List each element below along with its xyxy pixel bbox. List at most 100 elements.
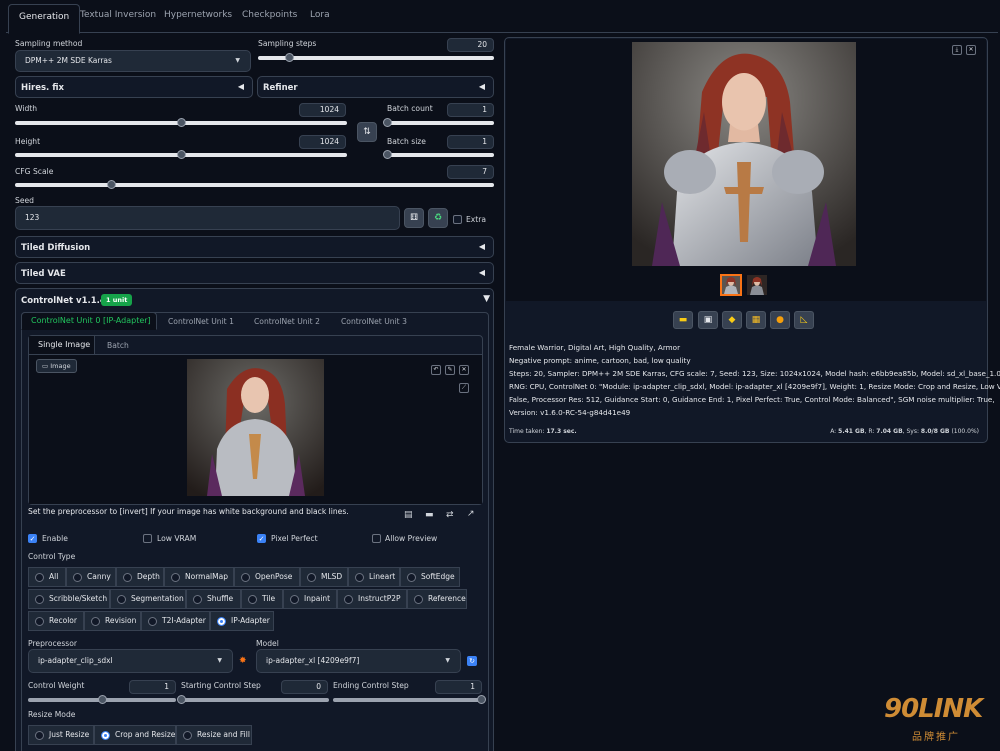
control-weight-input[interactable]: 1 [129,680,176,694]
edit-icon[interactable]: ✎ [445,365,455,375]
control-type-canny[interactable]: Canny [66,567,116,587]
generated-image[interactable] [632,42,856,266]
slider-knob[interactable] [477,695,486,704]
webcam-icon[interactable]: ▬ [425,510,434,520]
control-type-ip-adapter[interactable]: IP-Adapter [210,611,274,631]
radio-dot-selected [217,617,226,626]
tab-controlnet-unit-2[interactable]: ControlNet Unit 2 [254,317,320,326]
allow-preview-checkbox[interactable] [372,534,381,543]
tab-controlnet-unit-3[interactable]: ControlNet Unit 3 [341,317,407,326]
model-dropdown[interactable]: ip-adapter_xl [4209e9f7] ▼ [256,649,461,673]
control-type-all[interactable]: All [28,567,66,587]
zip-button[interactable]: ◆ [722,311,742,329]
slider-knob[interactable] [383,150,392,159]
control-type-lineart[interactable]: Lineart [348,567,400,587]
batch-size-input[interactable]: 1 [447,135,494,149]
starting-step-slider[interactable] [177,695,329,704]
tab-checkpoints[interactable]: Checkpoints [242,10,297,20]
random-seed-button[interactable]: ⚅ [404,208,424,228]
cfg-scale-input[interactable]: 7 [447,165,494,179]
slider-knob[interactable] [98,695,107,704]
cfg-scale-slider[interactable] [15,180,494,189]
ending-step-slider[interactable] [333,695,486,704]
tab-batch[interactable]: Batch [107,341,129,350]
control-type-scribble[interactable]: Scribble/Sketch [28,589,110,609]
swap-dimensions-button[interactable]: ⇅ [357,122,377,142]
slider-knob[interactable] [177,695,186,704]
tiled-vae-accordion[interactable]: Tiled VAE ◀ [15,262,494,284]
download-icon[interactable]: ⤓ [952,45,962,55]
height-input[interactable]: 1024 [299,135,346,149]
control-type-shuffle[interactable]: Shuffle [186,589,241,609]
sampling-steps-input[interactable]: 20 [447,38,494,52]
pixel-perfect-checkbox[interactable]: ✓ [257,534,266,543]
close-icon[interactable]: ✕ [459,365,469,375]
thumbnail-2[interactable] [747,275,767,295]
tiled-diffusion-accordion[interactable]: Tiled Diffusion ◀ [15,236,494,258]
enable-checkbox[interactable]: ✓ [28,534,37,543]
control-type-openpose[interactable]: OpenPose [234,567,300,587]
send-to-extras-button[interactable]: ◺ [794,311,814,329]
control-type-segmentation[interactable]: Segmentation [110,589,186,609]
sampling-steps-slider[interactable] [258,53,494,62]
send-to-inpaint-button[interactable]: ● [770,311,790,329]
preprocessor-dropdown[interactable]: ip-adapter_clip_sdxl ▼ [28,649,233,673]
sampling-method-dropdown[interactable]: DPM++ 2M SDE Karras ▼ [15,50,251,72]
control-type-depth[interactable]: Depth [116,567,164,587]
width-slider[interactable] [15,118,347,127]
resize-and-fill[interactable]: Resize and Fill [176,725,252,745]
slider-knob[interactable] [284,53,294,62]
tab-single-image[interactable]: Single Image [29,336,95,354]
tab-controlnet-unit-1[interactable]: ControlNet Unit 1 [168,317,234,326]
control-type-inpaint[interactable]: Inpaint [283,589,337,609]
tab-hypernetworks[interactable]: Hypernetworks [164,10,232,20]
undo-icon[interactable]: ↶ [431,365,441,375]
tab-controlnet-unit-0[interactable]: ControlNet Unit 0 [IP-Adapter] [21,312,157,330]
batch-count-input[interactable]: 1 [447,103,494,117]
close-icon[interactable]: ✕ [966,45,976,55]
resize-just-resize[interactable]: Just Resize [28,725,94,745]
control-weight-slider[interactable] [28,695,176,704]
tab-lora[interactable]: Lora [310,10,330,20]
hires-fix-accordion[interactable]: Hires. fix ◀ [15,76,253,98]
height-slider[interactable] [15,150,347,159]
reuse-seed-button[interactable]: ♻ [428,208,448,228]
control-type-instructp2p[interactable]: InstructP2P [337,589,407,609]
brush-icon[interactable]: ⟋ [459,383,469,393]
slider-knob[interactable] [177,118,186,127]
thumbnail-1[interactable] [720,274,742,296]
save-button[interactable]: ▣ [698,311,718,329]
tab-generation[interactable]: Generation [8,4,81,34]
slider-knob[interactable] [383,118,392,127]
starting-step-input[interactable]: 0 [281,680,328,694]
width-input[interactable]: 1024 [299,103,346,117]
starting-step-label: Starting Control Step [181,681,261,690]
control-type-tile[interactable]: Tile [241,589,283,609]
slider-knob[interactable] [106,180,116,189]
control-type-normalmap[interactable]: NormalMap [164,567,234,587]
control-type-reference[interactable]: Reference [407,589,467,609]
refiner-accordion[interactable]: Refiner ◀ [257,76,494,98]
control-type-softedge[interactable]: SoftEdge [400,567,460,587]
extra-checkbox[interactable] [453,215,462,224]
refresh-models-icon[interactable]: ↻ [467,656,477,666]
run-preprocessor-icon[interactable]: ✸ [239,656,247,666]
low-vram-checkbox[interactable] [143,534,152,543]
expand-arrow-icon[interactable]: ▼ [483,294,490,304]
ending-step-input[interactable]: 1 [435,680,482,694]
new-canvas-icon[interactable]: ▤ [404,510,413,520]
resize-crop-and-resize[interactable]: Crop and Resize [94,725,176,745]
send-to-img2img-button[interactable]: ▦ [746,311,766,329]
mirror-icon[interactable]: ⇄ [446,510,454,520]
control-type-recolor[interactable]: Recolor [28,611,84,631]
seed-input[interactable]: 123 [15,206,400,230]
slider-knob[interactable] [177,150,186,159]
send-dimensions-icon[interactable]: ↗ [467,509,475,519]
open-folder-button[interactable]: ▬ [673,311,693,329]
control-type-mlsd[interactable]: MLSD [300,567,348,587]
batch-count-slider[interactable] [383,118,494,127]
batch-size-slider[interactable] [383,150,494,159]
control-type-t2i-adapter[interactable]: T2I-Adapter [141,611,210,631]
tab-textual-inversion[interactable]: Textual Inversion [80,10,156,20]
control-type-revision[interactable]: Revision [84,611,141,631]
